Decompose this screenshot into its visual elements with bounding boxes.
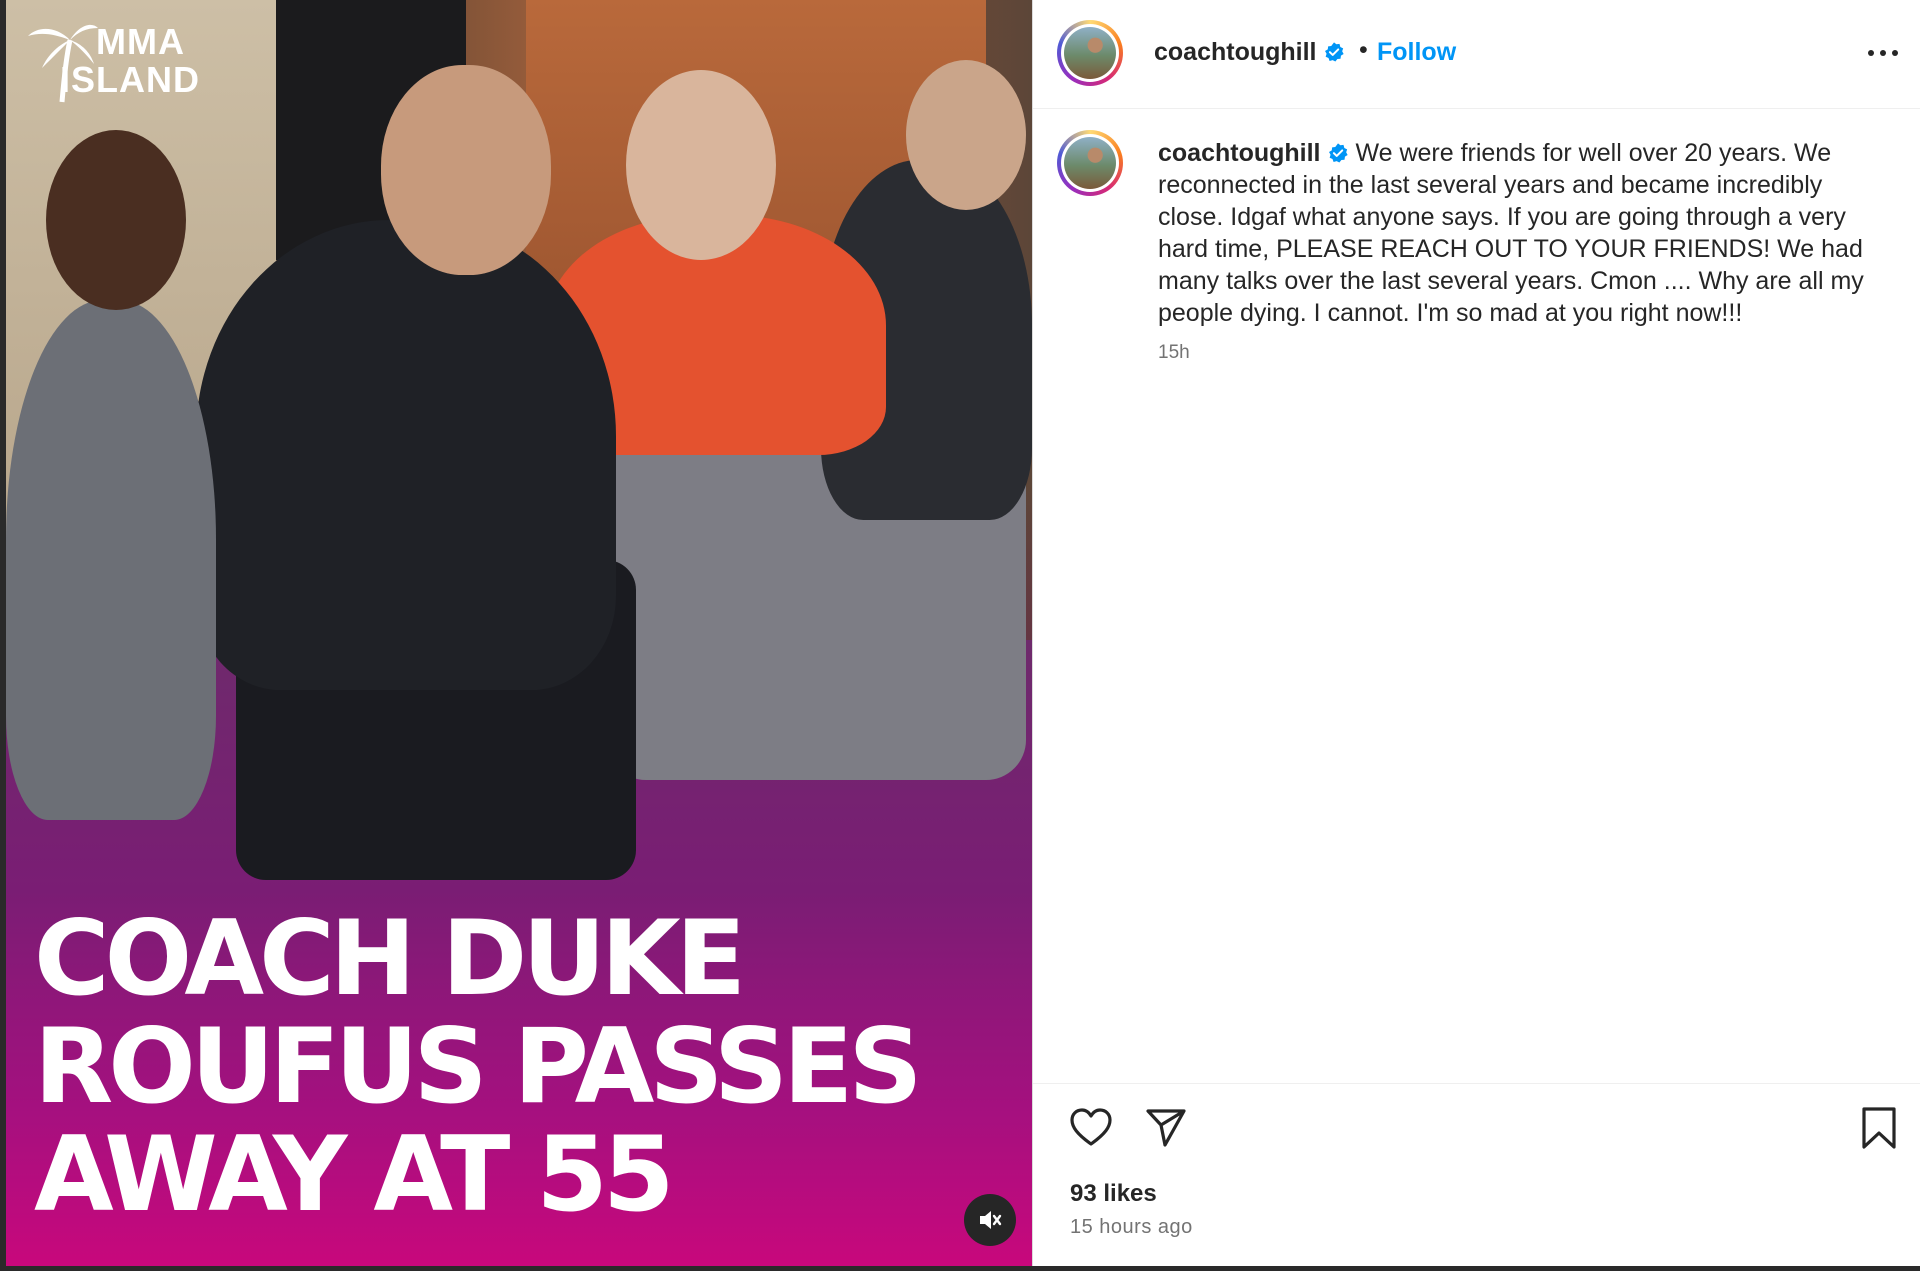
headline-line-3: AWAY AT 55 (34, 1115, 675, 1235)
logo-text-line1: MMA (96, 21, 185, 62)
header-username-text: coachtoughill (1154, 38, 1317, 66)
photo-person-2-head (381, 65, 551, 275)
header-username[interactable]: coachtoughill (1154, 38, 1345, 67)
logo-text-line2: ISLAND (60, 59, 200, 100)
avatar-image (1064, 27, 1116, 79)
post-media[interactable]: MMA ISLAND COACH DUKE ROUFUS PASSES AWAY… (6, 0, 1032, 1266)
post-side-panel: coachtoughill • Follow coachtoughill We … (1032, 0, 1920, 1266)
header-avatar[interactable] (1057, 20, 1123, 86)
post-time-ago: 15 hours ago (1070, 1216, 1193, 1238)
caption-text: We were friends for well over 20 years. … (1158, 139, 1864, 327)
photo-person-1-head (46, 130, 186, 310)
avatar-image (1064, 137, 1116, 189)
post-window: MMA ISLAND COACH DUKE ROUFUS PASSES AWAY… (6, 0, 1920, 1266)
mute-button[interactable] (964, 1194, 1016, 1246)
bookmark-icon[interactable] (1856, 1105, 1902, 1151)
headline-line-2: ROUFUS PASSES (34, 1007, 923, 1127)
photo-person-2 (196, 220, 616, 690)
verified-badge-icon (1328, 143, 1348, 163)
caption-username-text: coachtoughill (1158, 139, 1321, 167)
photo-person-3-head (626, 70, 776, 260)
post-caption: coachtoughill We were friends for well o… (1158, 137, 1878, 329)
avatar-ring-inner (1061, 24, 1119, 82)
caption-avatar[interactable] (1057, 130, 1123, 196)
mma-island-logo: MMA ISLAND (26, 18, 206, 108)
header-separator: • (1359, 36, 1368, 64)
likes-count[interactable]: 93 likes (1070, 1180, 1157, 1208)
caption-username[interactable]: coachtoughill (1158, 139, 1349, 167)
actions-divider (1033, 1083, 1920, 1084)
photo-person-1 (6, 300, 216, 820)
post-headline: COACH DUKE ROUFUS PASSES AWAY AT 55 (34, 905, 1024, 1229)
headline-line-1: COACH DUKE (34, 899, 746, 1019)
verified-badge-icon (1324, 42, 1344, 62)
photo-person-4-head (906, 60, 1026, 210)
avatar-ring-inner (1061, 134, 1119, 192)
follow-button[interactable]: Follow (1377, 38, 1456, 67)
heart-icon[interactable] (1068, 1105, 1114, 1151)
caption-timestamp[interactable]: 15h (1158, 342, 1190, 364)
speaker-muted-icon (980, 1211, 1002, 1229)
more-options-icon[interactable] (1863, 38, 1903, 68)
paper-plane-icon[interactable] (1143, 1105, 1189, 1151)
post-header: coachtoughill • Follow (1033, 0, 1920, 109)
